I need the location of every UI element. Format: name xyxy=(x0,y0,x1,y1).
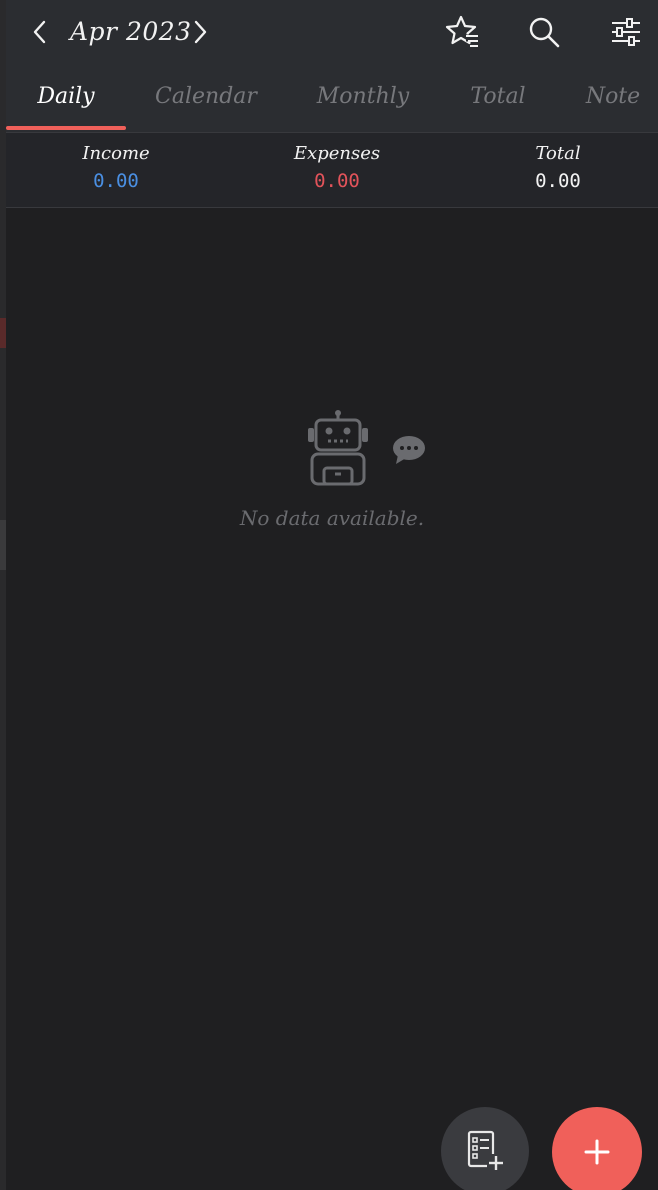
add-transaction-button[interactable] xyxy=(552,1107,642,1190)
income-value: 0.00 xyxy=(93,170,139,192)
previous-month-button[interactable] xyxy=(22,14,58,50)
bookmark-button[interactable] xyxy=(442,12,482,52)
empty-state: No data available. xyxy=(6,400,658,540)
top-app-bar: Apr 2023 xyxy=(6,0,658,64)
tab-note[interactable]: Note xyxy=(580,64,646,130)
tab-bar: Daily Calendar Monthly Total Note xyxy=(6,64,658,133)
total-label: Total xyxy=(535,143,581,164)
tab-monthly[interactable]: Monthly xyxy=(306,64,420,130)
expenses-label: Expenses xyxy=(293,143,381,164)
expenses-value: 0.00 xyxy=(314,170,360,192)
month-title[interactable]: Apr 2023 xyxy=(70,14,192,50)
tab-daily[interactable]: Daily xyxy=(6,64,126,130)
empty-message: No data available. xyxy=(239,506,425,530)
add-template-button[interactable] xyxy=(441,1107,529,1190)
star-list-icon xyxy=(445,15,478,47)
robot-icon xyxy=(302,410,426,490)
income-label: Income xyxy=(82,143,150,164)
summary-bar: Income 0.00 Expenses 0.00 Total 0.00 xyxy=(6,133,658,208)
income-summary: Income 0.00 xyxy=(26,141,206,195)
edge-mark xyxy=(0,318,6,348)
total-value: 0.00 xyxy=(535,170,581,192)
app-screen: Apr 2023 Daily Calendar Monthly Total No… xyxy=(0,0,658,1190)
filter-button[interactable] xyxy=(606,12,646,52)
plus-icon xyxy=(584,1139,610,1165)
active-tab-indicator xyxy=(6,126,126,130)
search-button[interactable] xyxy=(524,12,564,52)
checklist-add-icon xyxy=(467,1130,505,1172)
chevron-right-icon xyxy=(194,20,207,44)
sliders-icon xyxy=(612,18,640,46)
total-summary: Total 0.00 xyxy=(468,141,648,195)
search-icon xyxy=(529,17,560,48)
tab-total[interactable]: Total xyxy=(462,64,534,130)
expenses-summary: Expenses 0.00 xyxy=(247,141,427,195)
chevron-left-icon xyxy=(33,20,46,44)
tab-calendar[interactable]: Calendar xyxy=(146,64,266,130)
next-month-button[interactable] xyxy=(182,14,218,50)
